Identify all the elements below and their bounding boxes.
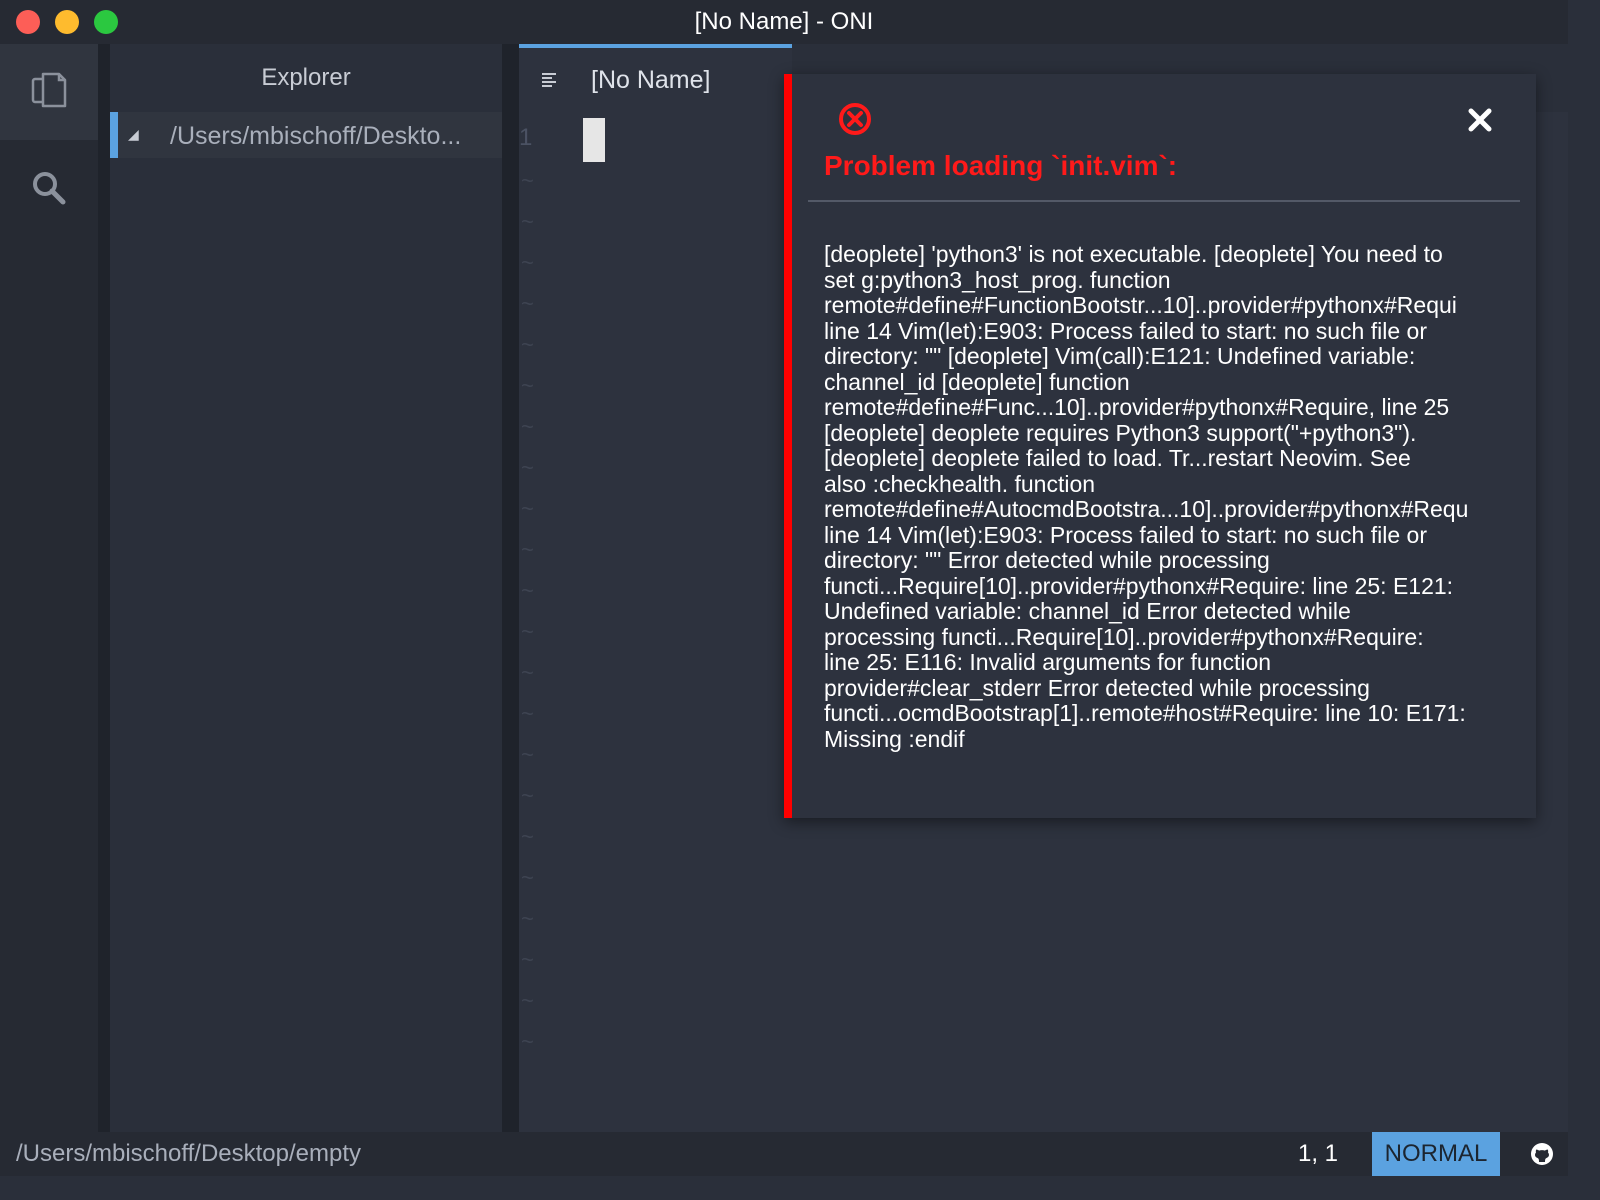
empty-line-tilde: ~ (521, 537, 534, 562)
empty-line-tilde: ~ (521, 660, 534, 685)
empty-line-tilde: ~ (521, 455, 534, 480)
cursor-position: 1, 1 (1298, 1140, 1339, 1167)
message-line: channel_id [deoplete] function (824, 369, 1130, 395)
message-line: remote#define#Func...10]..provider#pytho… (824, 395, 1450, 420)
empty-line-tilde: ~ (521, 168, 534, 193)
activity-item-explorer[interactable] (0, 44, 98, 140)
message-line: functi...Require[10]..provider#pythonx#R… (824, 573, 1454, 599)
oni-window: [No Name] - ONI Explorer ◢ /Users/mbisch… (0, 0, 1568, 1176)
notification-close-button[interactable] (1462, 104, 1498, 140)
close-icon (1467, 107, 1493, 138)
message-line: directory: "" Error detected while proce… (824, 548, 1270, 573)
tree-item-root-folder[interactable]: ◢ /Users/mbischoff/Deskto... (110, 112, 502, 158)
empty-line-tilde: ~ (521, 414, 534, 439)
sidebar-title: Explorer (261, 64, 351, 91)
notification-title: Problem loading `init.vim`: (824, 150, 1178, 181)
message-line: Undefined variable: channel_id Error det… (824, 599, 1351, 624)
status-bar: /Users/mbischoff/Desktop/empty 1, 1 NORM… (0, 1132, 1568, 1176)
message-line: set g:python3_host_prog. function (824, 267, 1171, 293)
message-line: [deoplete] deoplete requires Python3 sup… (824, 420, 1417, 446)
empty-line-tilde: ~ (521, 865, 534, 890)
empty-line-tilde: ~ (521, 906, 534, 931)
text-cursor (583, 118, 605, 162)
message-line: also :checkhealth. function (824, 471, 1096, 497)
message-line: remote#define#FunctionBootstr...10]..pro… (824, 293, 1457, 318)
empty-line-tilde: ~ (521, 988, 534, 1013)
message-line: directory: "" [deoplete] Vim(call):E121:… (824, 344, 1416, 369)
explorer-sidebar: Explorer ◢ /Users/mbischoff/Deskto... (110, 44, 502, 1132)
empty-line-tilde: ~ (521, 373, 534, 398)
empty-line-tilde: ~ (521, 742, 534, 767)
line-number: 1 (519, 124, 533, 151)
message-line: remote#define#AutocmdBootstra...10]..pro… (824, 497, 1469, 522)
file-text-icon (541, 72, 559, 93)
message-line: line 25: E116: Invalid arguments for fun… (824, 650, 1272, 675)
empty-line-tilde: ~ (521, 578, 534, 603)
mode-indicator: NORMAL (1372, 1132, 1500, 1176)
empty-line-tilde: ~ (521, 701, 534, 726)
window-title: [No Name] - ONI (694, 8, 874, 35)
search-icon (31, 170, 67, 211)
sidebar-left-gutter (98, 44, 110, 1132)
message-line: [deoplete] 'python3' is not executable. … (824, 242, 1443, 267)
error-notification: Problem loading `init.vim`: [deoplete] '… (784, 74, 1536, 818)
empty-line-tilde: ~ (521, 332, 534, 357)
message-line: functi...ocmdBootstrap[1]..remote#host#R… (824, 701, 1466, 726)
notification-message: [deoplete] 'python3' is not executable. … (824, 242, 1508, 752)
activity-bar (0, 44, 98, 1132)
empty-line-tilde: ~ (521, 783, 534, 808)
activity-item-search[interactable] (0, 142, 98, 238)
files-icon (29, 70, 69, 115)
tab-no-name[interactable]: [No Name] (519, 44, 792, 112)
sidebar-right-gutter (502, 44, 519, 1132)
empty-line-tilde: ~ (521, 250, 534, 275)
message-line: line 14 Vim(let):E903: Process failed to… (824, 522, 1427, 548)
error-icon (838, 102, 872, 141)
empty-line-tilde: ~ (521, 947, 534, 972)
tab-label: [No Name] (591, 66, 711, 94)
message-line: Missing :endif (824, 726, 965, 752)
message-line: provider#clear_stderr Error detected whi… (824, 675, 1370, 701)
message-line: [deoplete] deoplete failed to load. Tr..… (824, 446, 1411, 471)
empty-line-tilde: ~ (521, 619, 534, 644)
caret-expanded-icon[interactable]: ◢ (128, 126, 139, 143)
notification-divider (808, 200, 1520, 202)
github-icon[interactable] (1530, 1142, 1554, 1171)
empty-line-tilde: ~ (521, 1029, 534, 1054)
message-line: line 14 Vim(let):E903: Process failed to… (824, 318, 1427, 344)
title-bar: [No Name] - ONI (0, 0, 1568, 44)
empty-line-tilde: ~ (521, 209, 534, 234)
status-path: /Users/mbischoff/Desktop/empty (16, 1140, 362, 1167)
message-line: processing functi...Require[10]..provide… (824, 624, 1424, 650)
empty-line-tilde: ~ (521, 291, 534, 316)
tree-item-label: /Users/mbischoff/Deskto... (170, 122, 462, 150)
empty-line-tilde: ~ (521, 496, 534, 521)
selection-accent (110, 112, 118, 158)
empty-line-tilde: ~ (521, 824, 534, 849)
